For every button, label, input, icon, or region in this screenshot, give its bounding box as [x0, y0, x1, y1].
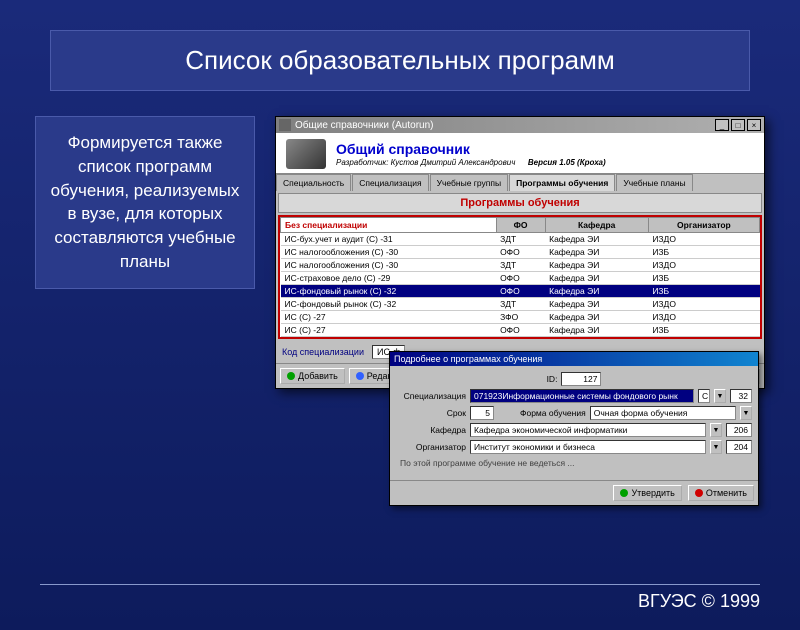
id-field[interactable]: 127 — [561, 372, 601, 386]
org-num-field[interactable]: 204 — [726, 440, 752, 454]
edit-icon — [356, 372, 364, 380]
term-field[interactable]: 5 — [470, 406, 494, 420]
spec-num-field[interactable]: 32 — [730, 389, 752, 403]
spec-label: Специализация — [396, 391, 466, 401]
programs-table[interactable]: Без специализации ФО Кафедра Организатор… — [280, 217, 760, 337]
minimize-button[interactable]: _ — [715, 119, 729, 131]
dept-num-field[interactable]: 206 — [726, 423, 752, 437]
dialog-note: По этой программе обучение не ведеться .… — [400, 458, 752, 468]
dialog-title: Подробнее о программах обучения — [390, 352, 758, 366]
table-row[interactable]: ИС-фондовый рынок (С) -32ЗДТКафедра ЭИИЗ… — [281, 298, 760, 311]
window-title: Общие справочники (Autorun) — [295, 120, 433, 131]
dept-dropdown[interactable]: ▼ — [710, 423, 722, 437]
app-icon — [279, 119, 291, 131]
developer-label: Разработчик: Кустов Дмитрий Александрови… — [336, 158, 515, 167]
table-row[interactable]: ИС-страховое дело (С) -29ОФОКафедра ЭИИЗ… — [281, 272, 760, 285]
maximize-button[interactable]: □ — [731, 119, 745, 131]
spec-code-field[interactable]: С — [698, 389, 710, 403]
dept-label: Кафедра — [396, 425, 466, 435]
term-label: Срок — [396, 408, 466, 418]
table-row[interactable]: ИС (С) -27ОФОКафедра ЭИИЗБ — [281, 324, 760, 337]
table-wrap: Без специализации ФО Кафедра Организатор… — [278, 215, 762, 339]
table-row[interactable]: ИС налогообложения (С) -30ОФОКафедра ЭИИ… — [281, 246, 760, 259]
org-field[interactable]: Институт экономики и бизнеса — [470, 440, 706, 454]
tab-groups[interactable]: Учебные группы — [430, 174, 509, 191]
dept-field[interactable]: Кафедра экономической информатики — [470, 423, 706, 437]
table-row[interactable]: ИС-бух.учет и аудит (С) -31ЗДТКафедра ЭИ… — [281, 233, 760, 246]
table-row[interactable]: ИС налогообложения (С) -30ЗДТКафедра ЭИИ… — [281, 259, 760, 272]
form-dropdown[interactable]: ▼ — [740, 406, 752, 420]
col-dept[interactable]: Кафедра — [545, 218, 648, 233]
slide-footer: ВГУЭС © 1999 — [40, 584, 760, 612]
add-button[interactable]: Добавить — [280, 368, 345, 384]
id-label: ID: — [547, 374, 558, 384]
cancel-icon — [695, 489, 703, 497]
header-block: Общий справочник Разработчик: Кустов Дми… — [276, 133, 764, 173]
header-title: Общий справочник — [336, 141, 754, 157]
table-row[interactable]: ИС (С) -27ЗФОКафедра ЭИИЗДО — [281, 311, 760, 324]
tab-programs[interactable]: Программы обучения — [509, 174, 615, 191]
version-label: Версия 1.05 (Кроха) — [528, 158, 606, 167]
cancel-button[interactable]: Отменить — [688, 485, 754, 501]
check-icon — [620, 489, 628, 497]
confirm-button[interactable]: Утвердить — [613, 485, 681, 501]
spec-field[interactable]: 071923Информационные системы фондового р… — [470, 389, 694, 403]
org-label: Организатор — [396, 442, 466, 452]
code-label: Код специализации — [282, 347, 364, 357]
col-fo[interactable]: ФО — [496, 218, 545, 233]
plus-icon — [287, 372, 295, 380]
org-dropdown[interactable]: ▼ — [710, 440, 722, 454]
slide-title: Список образовательных программ — [50, 30, 750, 91]
tab-plans[interactable]: Учебные планы — [616, 174, 692, 191]
section-title: Программы обучения — [278, 193, 762, 213]
window-titlebar: Общие справочники (Autorun) _ □ × — [276, 117, 764, 133]
table-row[interactable]: ИС-фондовый рынок (С) -32ОФОКафедра ЭИИЗ… — [281, 285, 760, 298]
tab-specialization[interactable]: Специализация — [352, 174, 428, 191]
app-window: Общие справочники (Autorun) _ □ × Общий … — [275, 116, 765, 389]
details-dialog: Подробнее о программах обучения ID: 127 … — [389, 351, 759, 506]
header-logo-icon — [286, 139, 326, 169]
close-button[interactable]: × — [747, 119, 761, 131]
spec-dropdown[interactable]: ▼ — [714, 389, 726, 403]
tab-bar: Специальность Специализация Учебные груп… — [276, 173, 764, 191]
col-org[interactable]: Организатор — [648, 218, 759, 233]
form-label: Форма обучения — [520, 408, 586, 418]
form-field[interactable]: Очная форма обучения — [590, 406, 736, 420]
col-name[interactable]: Без специализации — [281, 218, 497, 233]
slide-left-text: Формируется также список программ обучен… — [35, 116, 255, 289]
tab-speciality[interactable]: Специальность — [276, 174, 351, 191]
